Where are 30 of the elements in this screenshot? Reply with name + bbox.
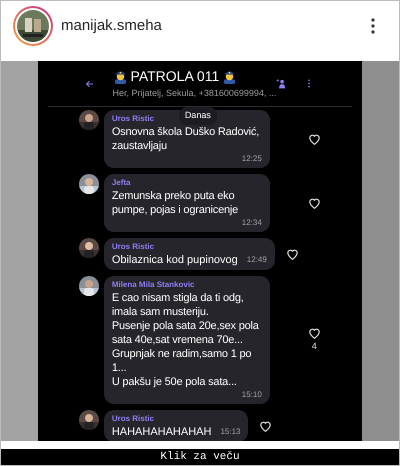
add-person-icon[interactable] [276, 76, 286, 91]
sender-name: Jefta [112, 177, 130, 189]
message-time: 12:34 [242, 217, 262, 229]
heart-icon[interactable] [284, 247, 300, 261]
message-time: 15:13 [220, 426, 240, 438]
police-officer-icon [222, 69, 238, 84]
more-options-icon[interactable] [371, 18, 375, 34]
message-time: 15:10 [242, 389, 262, 401]
message-text: HAHAHAHAHAHAH [112, 425, 212, 439]
more-options-icon[interactable] [308, 77, 310, 90]
sender-name: Uros Ristic [112, 241, 154, 253]
username[interactable]: manijak.smeha [61, 14, 162, 38]
message-text: Obilaznica kod pupinovog [112, 253, 238, 267]
sender-name: Milena Mila Stankovic [112, 279, 195, 291]
like-count: 4 [312, 340, 317, 354]
message-time: 12:25 [242, 153, 262, 165]
message-time: 12:49 [246, 254, 267, 266]
sender-name: Uros Ristic [112, 113, 154, 125]
date-separator: Danas [178, 107, 217, 124]
message-text: E cao nisam stigla da ti odg, imala sam musteriju. Pusenje pola sata 20e,sex pola sata 40e,sat vremena 70e... Grupnjak ne radim,samo 1 po 1... U pakšu je 50e pola sata... [112, 291, 260, 389]
heart-icon[interactable] [306, 132, 322, 146]
heart-icon[interactable] [306, 196, 322, 210]
heart-icon[interactable] [306, 326, 322, 340]
message-text: Zemunska preko puta eko pumpe, pojas i ogranicenje [112, 189, 240, 217]
police-officer-icon [112, 69, 128, 84]
message-text: Osnovna škola Duško Radović, zaustavljaju [112, 125, 260, 153]
heart-icon[interactable] [258, 419, 274, 433]
group-members: Her, Prijatelj, Sekula, +381600699994, ... [112, 87, 276, 100]
group-title: PATROLA 011 [130, 67, 220, 86]
sender-name: Uros Ristic [112, 413, 154, 425]
